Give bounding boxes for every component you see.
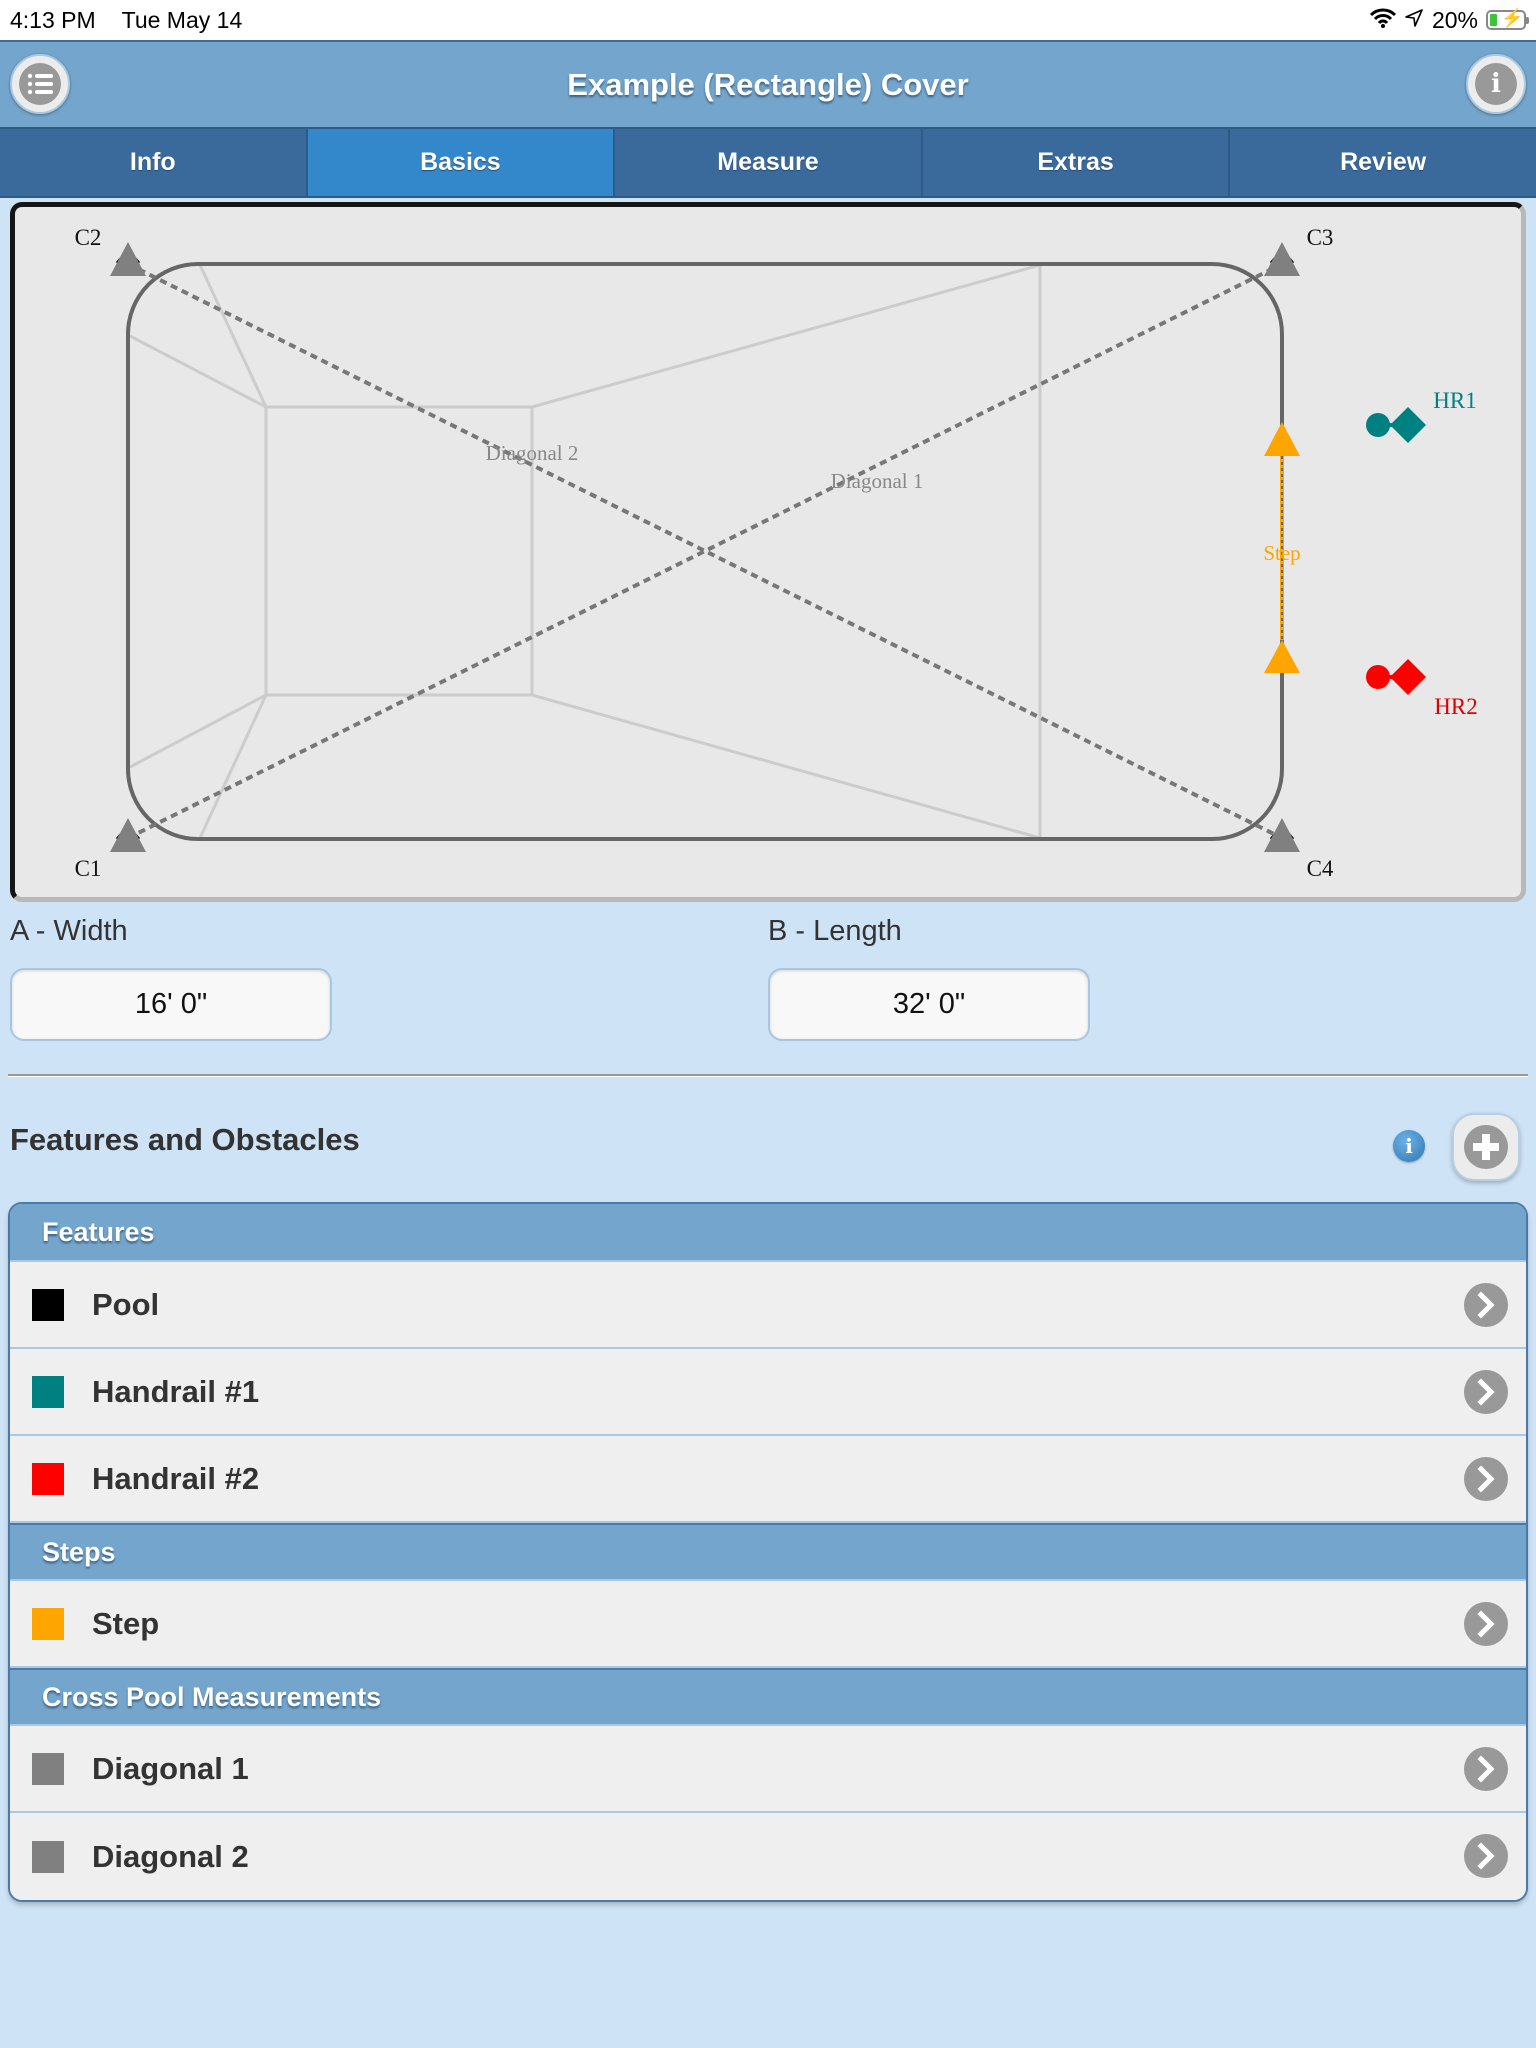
step-marker-top-icon[interactable] [1264, 422, 1300, 456]
features-info-icon[interactable]: i [1393, 1130, 1425, 1162]
app-header: Example (Rectangle) Cover i [0, 40, 1536, 128]
features-list: Features Pool Handrail #1 Handrail #2 St… [8, 1202, 1528, 1902]
corner-triangle-icon [110, 242, 146, 276]
tab-extras[interactable]: Extras [923, 129, 1231, 196]
list-item-diagonal-1[interactable]: Diagonal 1 [10, 1726, 1526, 1813]
corner-c2-label: C2 [75, 225, 102, 250]
list-item-diagonal-2[interactable]: Diagonal 2 [10, 1813, 1526, 1900]
list-item-pool[interactable]: Pool [10, 1262, 1526, 1349]
pool-diagram-canvas: Diagonal 2 Diagonal 1 Step C2 C3 C1 C4 H… [75, 225, 1478, 881]
info-icon: i [1475, 63, 1517, 105]
handrail-diamond-icon [1390, 659, 1426, 695]
corner-c1-label: C1 [75, 856, 102, 881]
width-field[interactable]: 16' 0" [10, 968, 332, 1041]
corner-c4-label: C4 [1307, 856, 1334, 881]
tab-basics[interactable]: Basics [307, 129, 616, 196]
color-swatch [32, 1375, 64, 1408]
pool-floor-lines [129, 263, 1042, 840]
page-title: Example (Rectangle) Cover [567, 67, 969, 102]
tab-review[interactable]: Review [1230, 129, 1536, 196]
handrail-1-label: HR1 [1433, 388, 1476, 413]
handrail-2-marker[interactable] [1366, 659, 1426, 695]
corner-c3[interactable] [1264, 242, 1300, 276]
tab-info[interactable]: Info [0, 129, 308, 196]
handrail-circle-icon [1366, 665, 1390, 689]
floor-line [129, 334, 267, 409]
battery-percent: 20% [1431, 6, 1478, 33]
handrail-diamond-icon [1390, 407, 1426, 443]
menu-button[interactable] [10, 54, 70, 114]
list-item-label: Pool [92, 1286, 160, 1322]
handrail-2-label: HR2 [1434, 694, 1477, 719]
list-item-label: Step [92, 1605, 160, 1641]
list-item-label: Diagonal 1 [92, 1750, 249, 1786]
plus-icon [1464, 1125, 1508, 1169]
diagonal-1-label: Diagonal 1 [831, 469, 924, 493]
list-item-handrail-1[interactable]: Handrail #1 [10, 1349, 1526, 1436]
wifi-icon [1369, 7, 1397, 34]
floor-line [531, 693, 1041, 840]
step-label: Step [1263, 541, 1300, 565]
tab-bar: Info Basics Measure Extras Review [0, 127, 1536, 198]
floor-line [129, 693, 267, 769]
floor-line [198, 694, 268, 839]
chevron-right-icon[interactable] [1464, 1283, 1508, 1327]
list-item-step[interactable]: Step [10, 1581, 1526, 1668]
group-header-features: Features [10, 1204, 1526, 1262]
list-menu-icon [19, 63, 61, 105]
corner-c4[interactable] [1264, 818, 1300, 852]
status-time: 4:13 PM [10, 6, 96, 33]
chevron-right-icon[interactable] [1464, 1834, 1508, 1878]
corner-c3-label: C3 [1307, 225, 1334, 250]
color-swatch [32, 1288, 64, 1321]
corner-c1[interactable] [110, 818, 146, 852]
corner-c2[interactable] [110, 242, 146, 276]
step-marker-bottom-icon[interactable] [1264, 640, 1300, 673]
corner-triangle-icon [1264, 818, 1300, 852]
tab-measure[interactable]: Measure [615, 129, 923, 196]
chevron-right-icon[interactable] [1464, 1602, 1508, 1646]
floor-line [198, 264, 268, 408]
length-field[interactable]: 32' 0" [768, 968, 1090, 1041]
width-label: A - Width [10, 915, 128, 947]
color-swatch [32, 1752, 64, 1785]
list-item-label: Handrail #1 [92, 1373, 260, 1409]
divider [8, 1074, 1528, 1076]
status-date: Tue May 14 [121, 6, 243, 33]
list-item-label: Diagonal 2 [92, 1838, 249, 1874]
color-swatch [32, 1462, 64, 1495]
handrail-circle-icon [1366, 413, 1390, 437]
chevron-right-icon[interactable] [1464, 1457, 1508, 1501]
diagonal-2-label: Diagonal 2 [486, 441, 579, 465]
color-swatch [32, 1840, 64, 1873]
group-header-cross-pool-measurements: Cross Pool Measurements [10, 1668, 1526, 1726]
location-icon [1404, 7, 1424, 34]
color-swatch [32, 1607, 64, 1640]
floor-line [531, 263, 1041, 409]
handrail-1-marker[interactable] [1366, 407, 1426, 443]
battery-charging-icon: ⚡ [1486, 8, 1529, 30]
group-header-steps: Steps [10, 1523, 1526, 1581]
chevron-right-icon[interactable] [1464, 1370, 1508, 1414]
add-feature-button[interactable] [1452, 1113, 1520, 1181]
length-label: B - Length [768, 915, 902, 947]
list-item-handrail-2[interactable]: Handrail #2 [10, 1436, 1526, 1523]
pool-diagram[interactable]: Diagonal 2 Diagonal 1 Step C2 C3 C1 C4 H… [10, 202, 1526, 902]
chevron-right-icon[interactable] [1464, 1747, 1508, 1791]
features-section-title: Features and Obstacles [10, 1122, 360, 1157]
list-item-label: Handrail #2 [92, 1460, 260, 1496]
status-bar: 4:13 PM Tue May 14 20% ⚡ [0, 0, 1536, 40]
corner-triangle-icon [1264, 242, 1300, 276]
info-button[interactable]: i [1466, 54, 1526, 114]
corner-triangle-icon [110, 818, 146, 852]
